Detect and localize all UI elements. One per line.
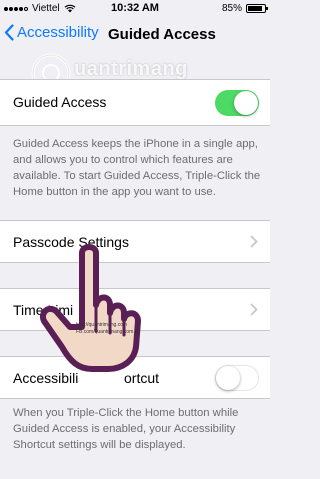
guided-access-label: Guided Access (13, 94, 107, 110)
watermark-brand: uantrimang (74, 58, 188, 80)
toggle-knob (216, 366, 240, 390)
toggle-knob (234, 91, 258, 115)
chevron-right-icon (250, 303, 258, 316)
back-label: Accessibility (17, 24, 99, 41)
battery-percent: 85% (221, 3, 242, 14)
chevron-left-icon (4, 24, 14, 41)
watermark-facebook-url: FB.com/quantrimang.com.vn (76, 329, 140, 335)
status-bar: Viettel 10:32 AM 85% (0, 0, 270, 18)
battery-icon (246, 4, 268, 13)
watermark-url: http://quantrimang.com (76, 322, 128, 328)
back-button[interactable]: Accessibility (4, 24, 99, 41)
guided-access-toggle[interactable] (215, 90, 259, 116)
accessibility-shortcut-toggle[interactable] (215, 365, 259, 391)
navigation-bar: Accessibility Guided Access (0, 18, 270, 54)
guided-access-description: Guided Access keeps the iPhone in a sing… (13, 138, 261, 198)
battery-level (248, 6, 262, 11)
guided-access-row: Guided Access (0, 79, 270, 126)
accessibility-shortcut-description: When you Triple-Click the Home button wh… (13, 407, 239, 451)
page-title: Guided Access (108, 26, 216, 43)
battery-group: 85% (221, 3, 268, 14)
chevron-right-icon (250, 235, 258, 248)
pointing-hand-icon (40, 244, 141, 372)
